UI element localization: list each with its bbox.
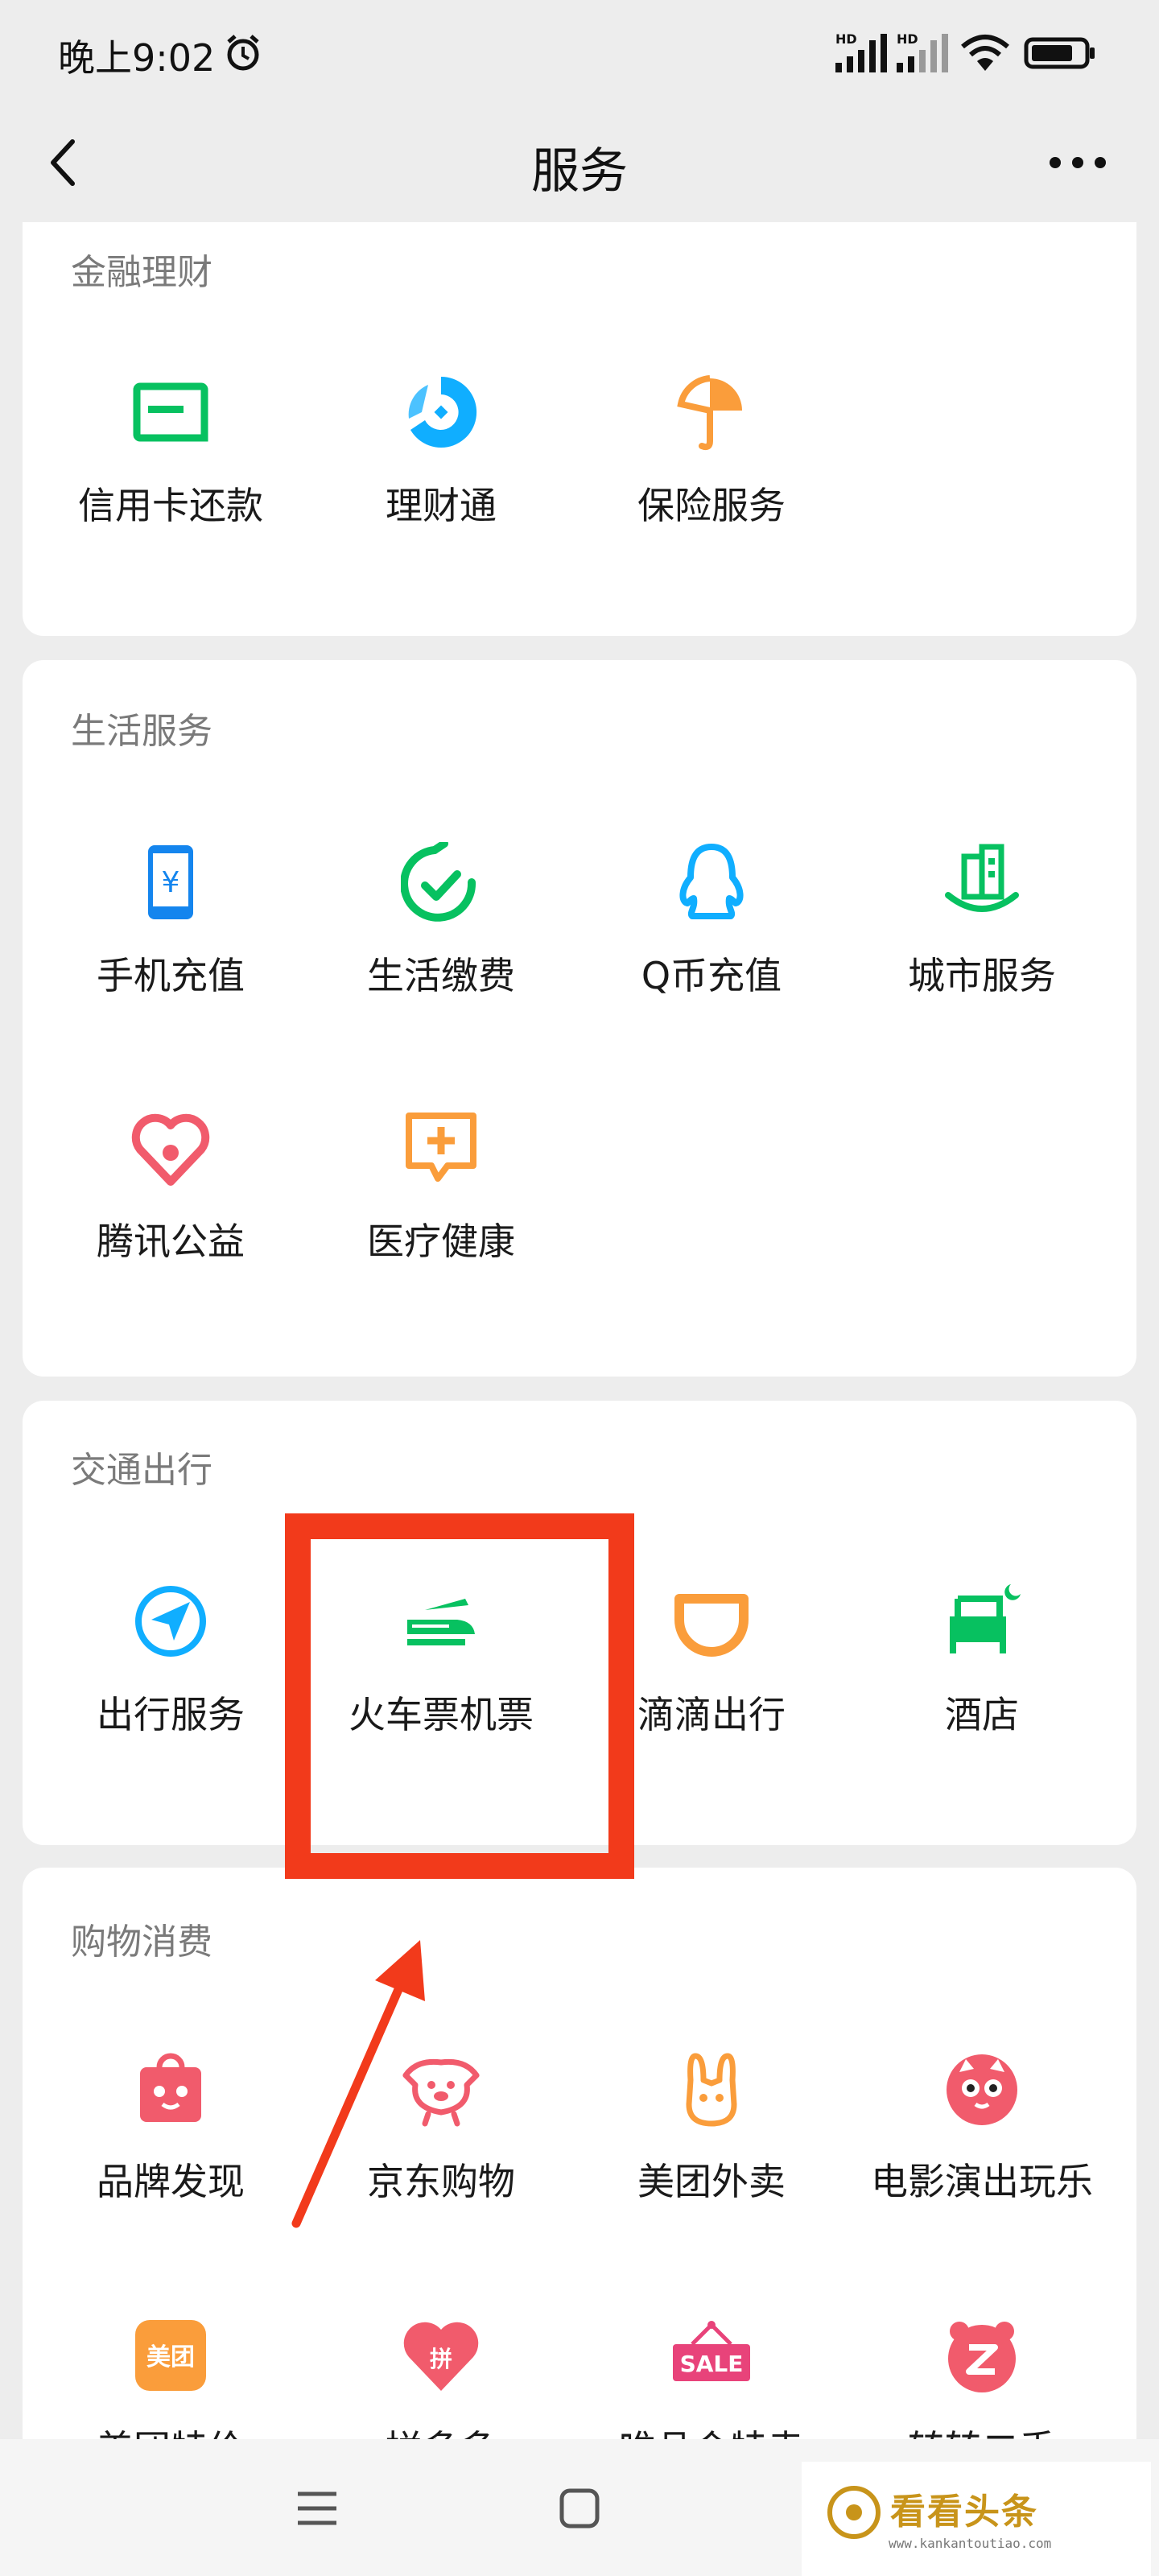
brand-bag-icon xyxy=(140,2053,201,2122)
service-meituan-waimai[interactable]: 美团外卖 xyxy=(576,2048,847,2241)
service-label: Q币充值 xyxy=(641,954,782,997)
section-finance: 金融理财 信用卡还款 理财通 保险服务 xyxy=(23,222,1136,636)
meituan-rabbit-icon xyxy=(686,2053,737,2127)
watermark-logo-icon xyxy=(827,2486,881,2539)
sale-tag-text: SALE xyxy=(680,2351,744,2377)
home-icon[interactable] xyxy=(555,2484,604,2533)
service-credit-card[interactable]: 信用卡还款 xyxy=(35,372,306,565)
meituan-logo-text: 美团 xyxy=(146,2343,195,2372)
movie-cat-icon xyxy=(947,2054,1017,2125)
service-qq-coin[interactable]: Q币充值 xyxy=(576,842,847,1035)
watermark-text: 看看头条 xyxy=(890,2491,1038,2533)
section-title: 金融理财 xyxy=(71,252,212,293)
service-label: 医疗健康 xyxy=(367,1220,515,1263)
phone-topup-icon: ¥ xyxy=(148,845,193,919)
highlight-box xyxy=(285,1513,634,1879)
credit-card-icon xyxy=(133,382,208,442)
travel-navigation-icon xyxy=(135,1586,206,1657)
watermark-url: www.kankantoutiao.com xyxy=(889,2536,1052,2551)
page-title: 服务 xyxy=(531,143,628,200)
service-brand[interactable]: 品牌发现 xyxy=(35,2048,306,2241)
wifi-icon xyxy=(961,35,1009,71)
annotation-arrow xyxy=(291,1940,425,2228)
more-options-icon[interactable] xyxy=(1041,130,1114,195)
sale-tag-icon: SALE xyxy=(673,2321,750,2381)
city-service-icon xyxy=(945,844,1019,912)
section-title: 生活服务 xyxy=(71,711,212,752)
pinduoduo-logo-text: 拼 xyxy=(430,2346,452,2372)
service-insurance[interactable]: 保险服务 xyxy=(576,372,847,565)
wealth-icon xyxy=(408,376,477,448)
battery-icon xyxy=(1024,37,1095,69)
signal-2-hd-label: HD xyxy=(897,31,918,47)
service-meituan-deals[interactable]: 美团 美团特价 xyxy=(35,2315,306,2447)
service-label: 城市服务 xyxy=(908,954,1056,997)
service-label: 生活缴费 xyxy=(367,954,515,997)
service-utility[interactable]: 生活缴费 xyxy=(306,842,576,1035)
signal-icon: HD xyxy=(835,31,887,72)
service-movie[interactable]: 电影演出玩乐 xyxy=(847,2048,1117,2241)
qq-coin-icon xyxy=(679,844,744,919)
service-label: 信用卡还款 xyxy=(78,484,263,527)
pinduoduo-icon: 拼 xyxy=(403,2322,479,2391)
section-title: 交通出行 xyxy=(71,1450,212,1491)
service-travel[interactable]: 出行服务 xyxy=(35,1581,306,1774)
watermark: 看看头条 www.kankantoutiao.com xyxy=(802,2462,1151,2576)
service-label: 酒店 xyxy=(945,1693,1019,1736)
service-label: 电影演出玩乐 xyxy=(871,2160,1093,2203)
service-label: 腾讯公益 xyxy=(97,1220,245,1263)
service-pinduoduo[interactable]: 拼 拼多多 xyxy=(306,2315,576,2447)
service-label: 出行服务 xyxy=(97,1693,245,1736)
service-city[interactable]: 城市服务 xyxy=(847,842,1117,1035)
signal-hd-label: HD xyxy=(835,31,857,47)
svg-text:¥: ¥ xyxy=(162,866,180,899)
navigation-bar: 服务 xyxy=(0,105,1159,222)
service-medical[interactable]: 医疗健康 xyxy=(306,1108,576,1301)
service-phone-topup[interactable]: ¥ 手机充值 xyxy=(35,842,306,1035)
menu-icon[interactable] xyxy=(293,2484,341,2533)
medical-icon xyxy=(406,1113,476,1182)
umbrella-icon xyxy=(677,375,742,451)
zhuanzhuan-icon xyxy=(948,2322,1016,2392)
service-vip[interactable]: SALE 唯品会特卖 xyxy=(576,2315,847,2447)
service-label: 手机充值 xyxy=(97,954,245,997)
service-label: 理财通 xyxy=(386,484,497,527)
status-bar: 晚上9:02 HD HD xyxy=(0,0,1159,105)
meituan-logo-icon: 美团 xyxy=(135,2320,206,2391)
service-label: 美团外卖 xyxy=(637,2160,786,2203)
service-charity[interactable]: 腾讯公益 xyxy=(35,1108,306,1301)
alarm-clock-icon xyxy=(227,35,259,71)
section-shopping: 购物消费 品牌发现 京东购物 美团外卖 电影演出玩乐 美团 拼 SALE xyxy=(23,1868,1136,2447)
utility-bill-icon xyxy=(401,842,476,922)
section-life-services: 生活服务 ¥ 手机充值 生活缴费 Q币充值 城市服务 腾讯公益 医疗健康 xyxy=(23,660,1136,1377)
charity-heart-icon xyxy=(131,1113,210,1186)
service-label: 品牌发现 xyxy=(97,2160,245,2203)
service-label: 保险服务 xyxy=(637,484,786,527)
didi-icon xyxy=(674,1594,749,1657)
signal-2-icon: HD xyxy=(897,31,948,72)
status-time: 晚上9:02 xyxy=(58,36,216,80)
hotel-bed-icon xyxy=(950,1584,1021,1653)
service-hotel[interactable]: 酒店 xyxy=(847,1581,1117,1774)
service-zhuanzhuan[interactable]: 转转二手 xyxy=(847,2315,1117,2447)
section-title: 购物消费 xyxy=(71,1922,212,1963)
service-wealth[interactable]: 理财通 xyxy=(306,372,576,565)
